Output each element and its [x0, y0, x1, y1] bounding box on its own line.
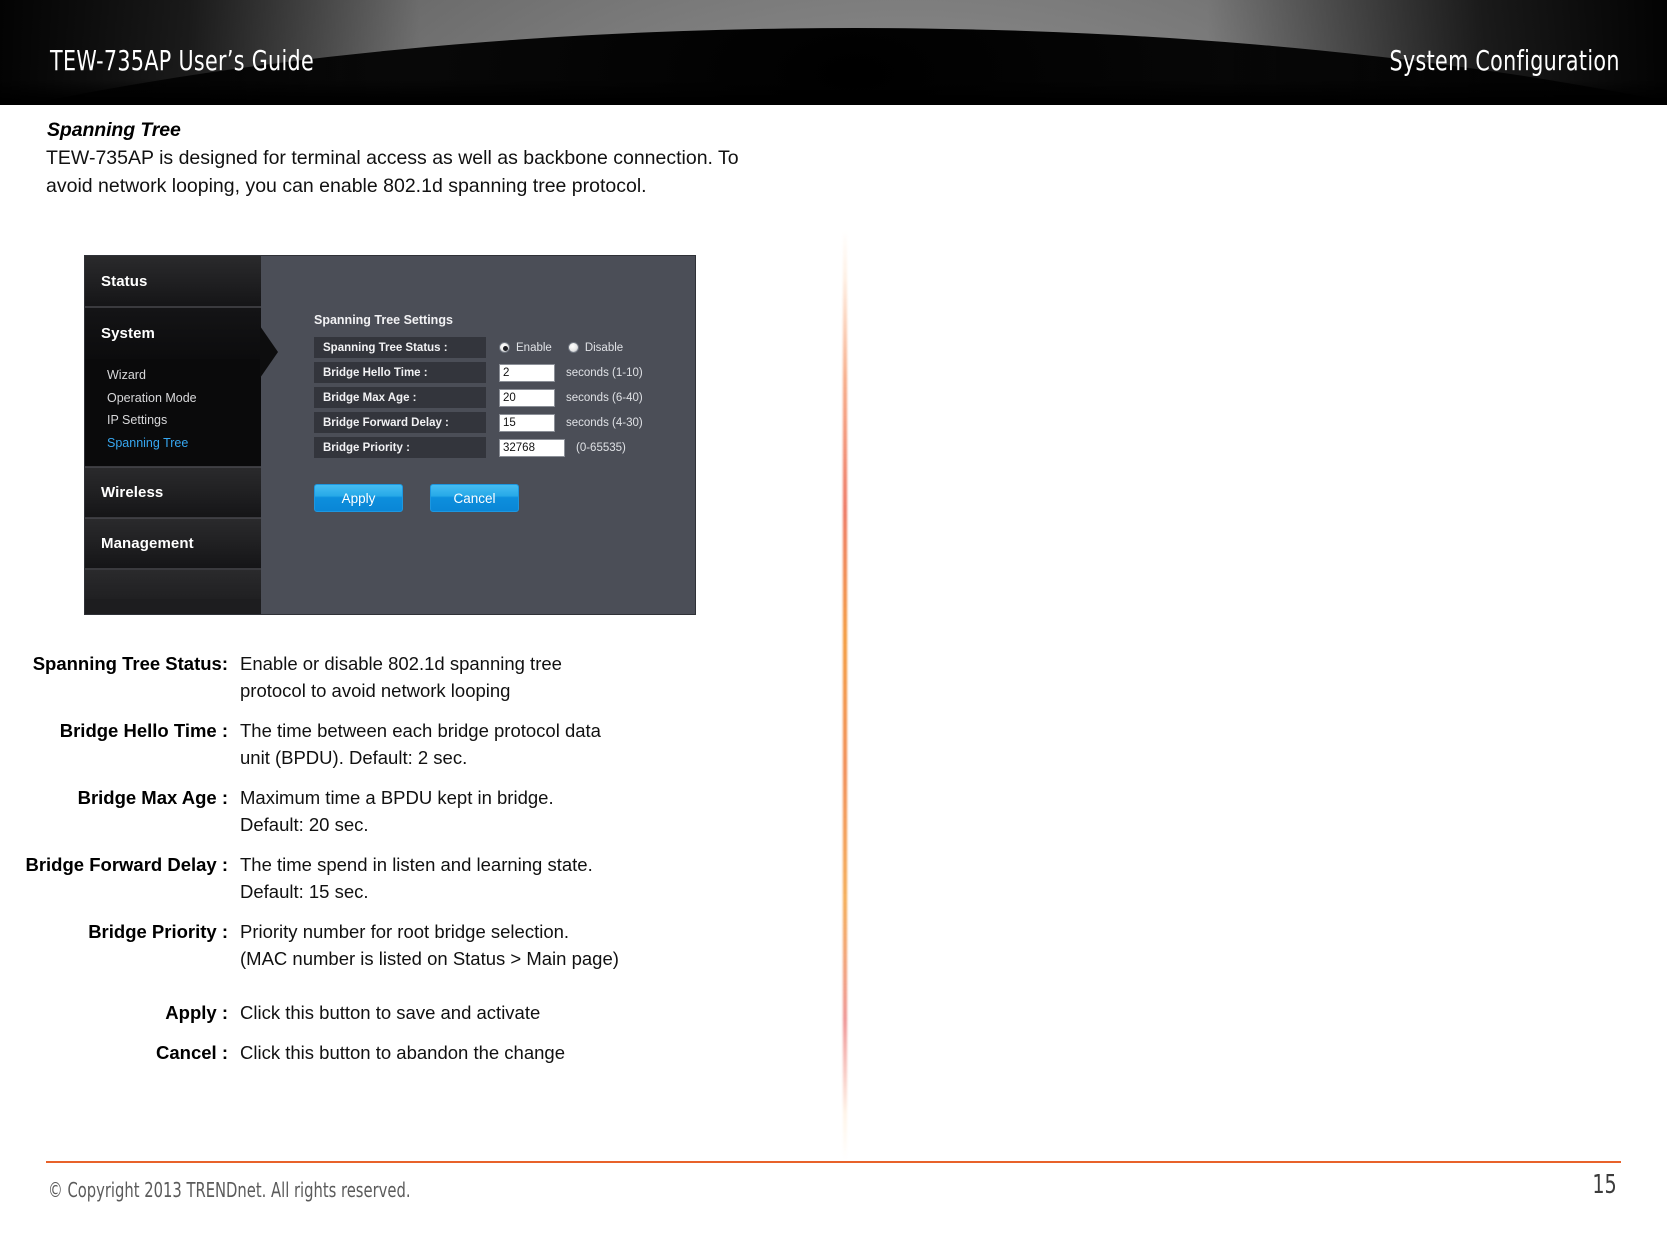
definition-term: Bridge Priority :: [88, 921, 228, 942]
definition-description: Click this button to save and activate: [240, 1002, 541, 1023]
sidebar-item-system[interactable]: System: [85, 308, 261, 359]
definition-row: Bridge Hello Time : The time between eac…: [0, 717, 760, 771]
definition-description: The time spend in listen and learning st…: [240, 854, 593, 902]
label-bridge-forward-delay: Bridge Forward Delay :: [314, 412, 486, 433]
sidebar-item-partial[interactable]: [85, 569, 261, 599]
sidebar-item-status-label: Status: [101, 272, 148, 290]
header-shade-bottom: [0, 79, 1667, 105]
cancel-button[interactable]: Cancel: [430, 484, 519, 512]
sidebar-item-wizard[interactable]: Wizard: [107, 364, 261, 387]
input-bridge-hello-time[interactable]: [499, 363, 555, 382]
control-bridge-hello-time: seconds (1-10): [486, 363, 643, 382]
footer-rule: [46, 1161, 1621, 1163]
label-spanning-tree-status: Spanning Tree Status :: [314, 337, 486, 358]
router-ui-panel: Spanning Tree Settings Spanning Tree Sta…: [261, 256, 695, 614]
radio-disable[interactable]: Disable: [567, 341, 624, 354]
router-ui-screenshot: Status System Wizard Operation Mode IP S…: [84, 255, 696, 615]
footer-page-number: 15: [1592, 1170, 1617, 1200]
document-title: TEW-735AP User’s Guide: [50, 44, 315, 77]
footer-copyright: © Copyright 2013 TRENDnet. All rights re…: [48, 1178, 411, 1202]
radio-disable-dot-icon: [567, 342, 579, 353]
panel-button-row: Apply Cancel: [314, 484, 519, 512]
sidebar-item-system-label: System: [101, 325, 155, 342]
hint-bridge-forward-delay: seconds (4-30): [566, 416, 643, 429]
definition-term: Bridge Max Age :: [77, 787, 228, 808]
sidebar-item-status[interactable]: Status: [85, 256, 261, 307]
form-row-bridge-hello-time: Bridge Hello Time : seconds (1-10): [314, 362, 643, 383]
control-bridge-priority: (0-65535): [486, 438, 626, 457]
definition-description: Click this button to abandon the change: [240, 1042, 566, 1063]
form-row-spanning-tree-status: Spanning Tree Status : Enable Disable: [314, 337, 643, 358]
definition-description: Priority number for root bridge selectio…: [240, 921, 619, 969]
form-row-bridge-forward-delay: Bridge Forward Delay : seconds (4-30): [314, 412, 643, 433]
hint-bridge-hello-time: seconds (1-10): [566, 366, 643, 379]
form-row-bridge-priority: Bridge Priority : (0-65535): [314, 437, 643, 458]
page-header-banner: TEW-735AP User’s Guide System Configurat…: [0, 0, 1667, 105]
form-row-bridge-max-age: Bridge Max Age : seconds (6-40): [314, 387, 643, 408]
definition-row: Bridge Priority : Priority number for ro…: [0, 918, 760, 972]
input-bridge-priority[interactable]: [499, 438, 565, 457]
sidebar-item-management-label: Management: [101, 535, 194, 552]
spanning-tree-form: Spanning Tree Status : Enable Disable Br…: [314, 337, 643, 462]
sidebar-item-operation-mode[interactable]: Operation Mode: [107, 387, 261, 410]
definition-description: The time between each bridge protocol da…: [240, 720, 601, 768]
sidebar-item-wireless[interactable]: Wireless: [85, 467, 261, 518]
definition-term: Bridge Forward Delay :: [25, 854, 228, 875]
section-heading: Spanning Tree: [47, 119, 181, 141]
hint-bridge-max-age: seconds (6-40): [566, 391, 643, 404]
radio-enable-label: Enable: [516, 341, 552, 354]
sidebar-group-system: System Wizard Operation Mode IP Settings…: [85, 307, 278, 467]
radio-enable[interactable]: Enable: [499, 342, 552, 354]
sidebar-item-spanning-tree[interactable]: Spanning Tree: [107, 432, 261, 455]
label-bridge-priority: Bridge Priority :: [314, 437, 486, 458]
sidebar-item-ip-settings[interactable]: IP Settings: [107, 409, 261, 432]
definition-description: Maximum time a BPDU kept in bridge. Defa…: [240, 787, 554, 835]
control-bridge-forward-delay: seconds (4-30): [486, 413, 643, 432]
column-divider: [843, 230, 847, 1160]
definition-row: Cancel : Click this button to abandon th…: [0, 1039, 760, 1066]
definition-term: Cancel :: [156, 1042, 228, 1063]
panel-title: Spanning Tree Settings: [314, 313, 453, 327]
sidebar-item-management[interactable]: Management: [85, 518, 261, 569]
router-ui-sidebar: Status System Wizard Operation Mode IP S…: [85, 256, 278, 614]
hint-bridge-priority: (0-65535): [576, 441, 626, 454]
definition-term: Spanning Tree Status:: [32, 653, 228, 674]
definition-row: Spanning Tree Status: Enable or disable …: [0, 650, 760, 704]
input-bridge-max-age[interactable]: [499, 388, 555, 407]
label-bridge-max-age: Bridge Max Age :: [314, 387, 486, 408]
definition-row: Bridge Max Age : Maximum time a BPDU kep…: [0, 784, 760, 838]
intro-paragraph: TEW-735AP is designed for terminal acces…: [46, 147, 739, 197]
document-page: TEW-735AP User’s Guide System Configurat…: [0, 0, 1667, 1250]
apply-button[interactable]: Apply: [314, 484, 403, 512]
control-bridge-max-age: seconds (6-40): [486, 388, 643, 407]
sidebar-submenu-system: Wizard Operation Mode IP Settings Spanni…: [85, 359, 261, 466]
label-bridge-hello-time: Bridge Hello Time :: [314, 362, 486, 383]
definition-term: Apply :: [165, 1002, 228, 1023]
definition-row: Bridge Forward Delay : The time spend in…: [0, 851, 760, 905]
control-spanning-tree-status: Enable Disable: [486, 342, 639, 354]
page-content: Spanning Tree TEW-735AP is designed for …: [0, 105, 1667, 1160]
sidebar-item-wireless-label: Wireless: [101, 484, 164, 501]
field-definitions-list: Spanning Tree Status: Enable or disable …: [0, 650, 760, 1079]
radio-disable-label: Disable: [584, 341, 624, 354]
definition-description: Enable or disable 802.1d spanning tree p…: [240, 653, 562, 701]
radio-enable-dot-icon: [499, 342, 510, 353]
definition-row: Apply : Click this button to save and ac…: [0, 999, 760, 1026]
input-bridge-forward-delay[interactable]: [499, 413, 555, 432]
definition-term: Bridge Hello Time :: [59, 720, 228, 741]
header-section-title: System Configuration: [1389, 44, 1620, 77]
